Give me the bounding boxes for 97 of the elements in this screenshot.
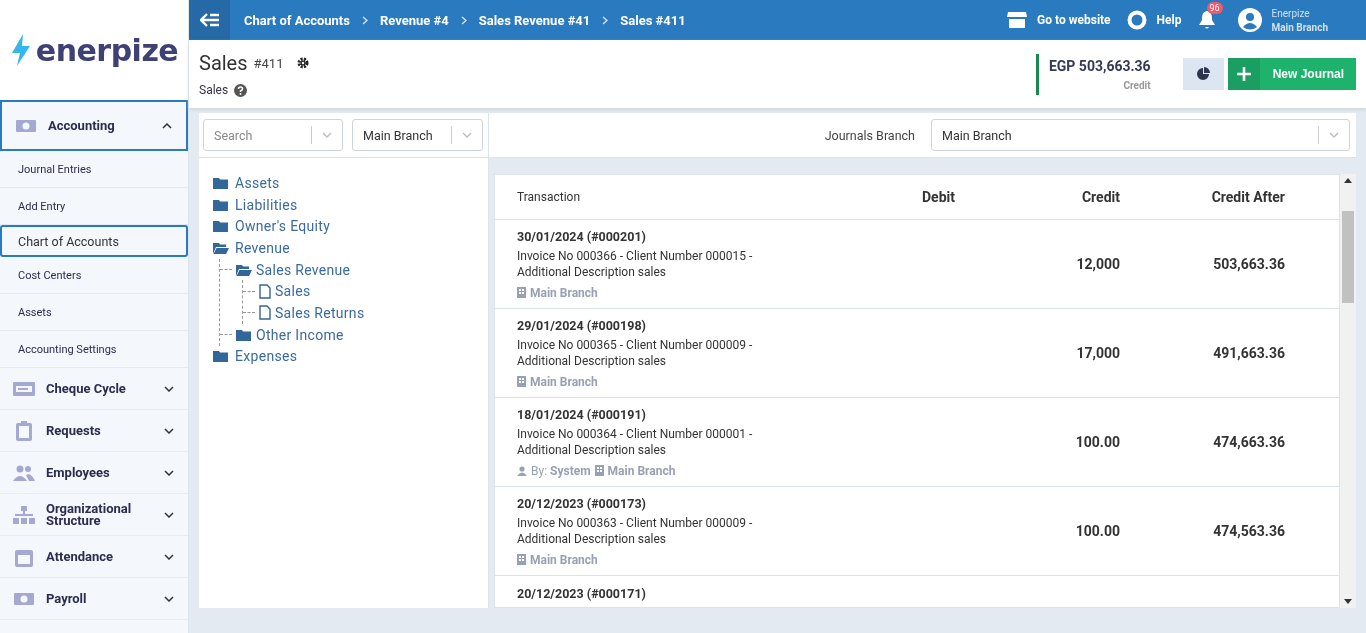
building-icon: [517, 376, 526, 387]
tree-node[interactable]: Owner's Equity: [235, 218, 331, 235]
balance-amount: EGP 503,663.36: [1048, 57, 1151, 74]
pie-chart-icon: [1196, 67, 1211, 81]
user-icon: [517, 465, 527, 476]
chevron-right-icon: [602, 15, 609, 25]
balance-label: Credit: [1123, 79, 1151, 91]
user-avatar-icon[interactable]: [1237, 8, 1262, 32]
transaction-title[interactable]: 29/01/2024 (#000198): [517, 317, 865, 333]
store-icon: [1007, 11, 1028, 29]
tree-node[interactable]: Sales Revenue: [256, 261, 351, 278]
credit-after-amount: 474,563.36: [1212, 523, 1285, 539]
branch-name: Main Branch: [530, 552, 598, 567]
account-subtitle: Sales: [199, 83, 229, 97]
tree-node[interactable]: Assets: [235, 174, 280, 191]
sidebar-module[interactable]: Attendance: [0, 536, 188, 578]
chevron-icon: [164, 595, 174, 602]
settings-icon[interactable]: [297, 57, 310, 69]
sidebar-module[interactable]: Cheque Cycle: [0, 368, 188, 410]
branch-name: Main Branch: [607, 463, 676, 478]
chevron-right-icon: [460, 15, 467, 25]
column-header: Credit After: [1210, 189, 1285, 205]
file-icon: [259, 283, 271, 299]
credit-amount: 100.00: [1074, 434, 1120, 450]
menu-toggle-button[interactable]: [189, 0, 230, 40]
sidebar-module[interactable]: Employees: [0, 452, 188, 494]
sidebar-module[interactable]: Accounting: [0, 100, 188, 151]
building-icon: [517, 554, 526, 565]
sidebar-item[interactable]: Chart of Accounts: [0, 225, 188, 257]
breadcrumb-link[interactable]: Revenue #4: [379, 12, 449, 28]
sidebar-module[interactable]: Payroll: [0, 578, 188, 620]
chevron-right-icon: [361, 15, 368, 25]
transaction-description: Invoice No 000363 - Client Number 000009 - Additional Description sales: [517, 514, 754, 547]
chevron-icon: [164, 469, 174, 476]
column-header: Debit: [921, 189, 955, 205]
tree-node[interactable]: Liabilities: [235, 196, 298, 213]
scroll-down-icon[interactable]: [1344, 599, 1352, 604]
credit-amount: 17,000: [1075, 345, 1120, 361]
branch-select[interactable]: Main Branch: [352, 119, 483, 151]
tree-node[interactable]: Sales Returns: [275, 304, 365, 321]
journals-branch-label: Journals Branch: [824, 127, 915, 143]
breadcrumb-link[interactable]: Chart of Accounts: [244, 12, 350, 28]
account-code: #411: [253, 55, 284, 71]
tree-node[interactable]: Other Income: [256, 326, 344, 343]
page-title: Sales: [199, 51, 248, 75]
notification-badge: 96: [1206, 2, 1223, 14]
transaction-description: Invoice No 000364 - Client Number 000001 - Additional Description sales: [517, 425, 754, 458]
sidebar-module[interactable]: Requests: [0, 410, 188, 452]
journals-branch-select[interactable]: Main Branch: [931, 119, 1350, 151]
credit-after-amount: 491,663.36: [1212, 345, 1285, 361]
scroll-thumb[interactable]: [1342, 211, 1354, 303]
branch-name: Main Branch: [530, 374, 598, 389]
scrollbar[interactable]: [1340, 174, 1356, 608]
tree-node[interactable]: Sales: [275, 283, 311, 300]
chevron-icon: [164, 511, 174, 518]
transaction-title[interactable]: 18/01/2024 (#000191): [517, 406, 865, 422]
scroll-up-icon[interactable]: [1344, 178, 1352, 183]
breadcrumb-link[interactable]: Sales Revenue #41: [478, 12, 591, 28]
help-icon[interactable]: [234, 83, 248, 97]
column-header: Transaction: [516, 190, 582, 204]
search-field[interactable]: Search: [203, 119, 343, 151]
breadcrumb-link[interactable]: Sales #411: [620, 12, 686, 28]
branch-name: Main Branch: [530, 285, 598, 300]
transaction-title[interactable]: 20/12/2023 (#000171): [517, 586, 865, 601]
transaction-title[interactable]: 30/01/2024 (#000201): [517, 228, 865, 244]
tree-node[interactable]: Expenses: [235, 348, 298, 365]
credit-amount: 100.00: [1074, 523, 1120, 539]
column-header: Credit: [1080, 189, 1120, 205]
user-branch: Main Branch: [1271, 21, 1328, 33]
chevron-icon: [164, 553, 174, 560]
credit-amount: 12,000: [1075, 256, 1120, 272]
website-link[interactable]: Go to website: [1037, 13, 1111, 27]
chevron-icon: [164, 385, 174, 392]
credit-after-amount: 503,663.36: [1212, 256, 1285, 272]
file-icon: [259, 305, 271, 321]
bell-icon[interactable]: [1197, 10, 1216, 30]
created-by: By: System: [531, 463, 591, 478]
building-icon: [594, 465, 604, 476]
chevron-icon: [162, 122, 172, 129]
help-link[interactable]: Help: [1156, 13, 1182, 27]
sidebar-module[interactable]: Organizational Structure: [0, 494, 188, 536]
module-icon: [12, 504, 36, 525]
chevron-icon: [164, 427, 174, 434]
transaction-description: Invoice No 000365 - Client Number 000009 - Additional Description sales: [517, 336, 754, 369]
chart-button[interactable]: [1182, 58, 1224, 90]
tree-node[interactable]: Revenue: [235, 239, 291, 256]
transaction-title[interactable]: 20/12/2023 (#000173): [517, 495, 865, 511]
brand-logo: enerpize: [35, 32, 179, 68]
lightning-logo-icon: [9, 34, 32, 66]
chevron-down-icon: [462, 132, 472, 138]
building-icon: [517, 287, 526, 298]
chevron-down-icon: [322, 132, 332, 138]
credit-after-amount: 474,663.36: [1212, 434, 1285, 450]
arrow-menu-icon: [199, 13, 220, 27]
chevron-down-icon: [1329, 132, 1339, 138]
plus-icon: [1236, 67, 1251, 81]
transaction-description: Invoice No 000366 - Client Number 000015 - Additional Description sales: [517, 247, 754, 280]
